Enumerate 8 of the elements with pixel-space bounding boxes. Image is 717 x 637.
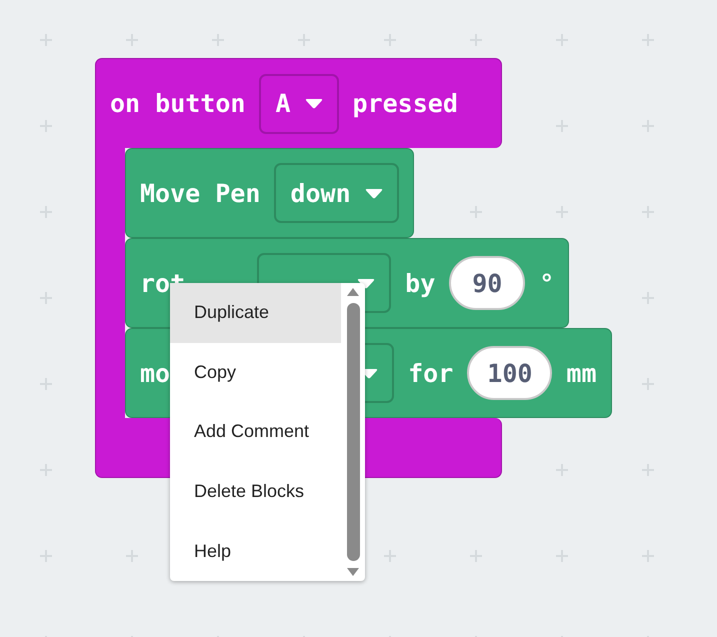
- block-label: Move Pen: [140, 178, 260, 208]
- block-label: by: [405, 268, 436, 298]
- block-label: on button: [110, 89, 246, 118]
- block-label: mm: [566, 358, 597, 388]
- block-label: °: [539, 268, 554, 298]
- block-label: pressed: [352, 89, 458, 118]
- block-label: for: [408, 358, 454, 388]
- block-label: mo: [140, 358, 170, 388]
